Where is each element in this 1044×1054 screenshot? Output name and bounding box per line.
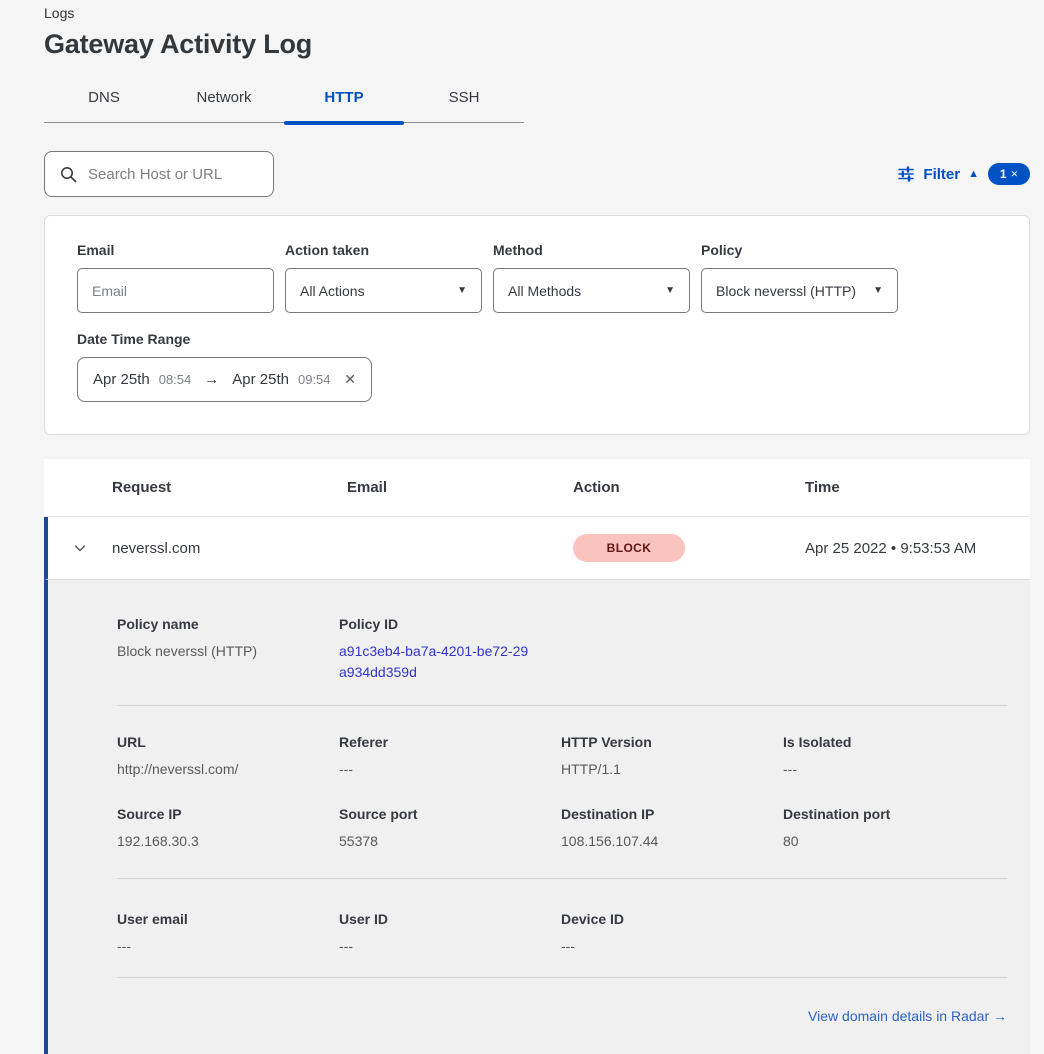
policy-section: Policy name Block neverssl (HTTP) Policy… (117, 580, 1007, 705)
detail-user-id: User ID --- (339, 911, 561, 957)
date-range-picker[interactable]: Apr 25th 08:54 → Apr 25th 09:54 ✕ (77, 357, 372, 402)
page-title: Gateway Activity Log (44, 27, 1030, 61)
row-request: neverssl.com (112, 540, 347, 557)
row-time: Apr 25 2022 • 9:53:53 AM (805, 540, 1030, 557)
policy-id-label: Policy ID (339, 616, 561, 632)
column-header-time: Time (805, 479, 1030, 496)
detail-policy-name: Policy name Block neverssl (HTTP) (117, 616, 339, 683)
filter-row-1: Email Action taken All Actions ▼ Method … (77, 242, 997, 313)
table-header: Request Email Action Time (44, 459, 1030, 517)
policy-name-label: Policy name (117, 616, 339, 632)
detail-destination-ip: Destination IP 108.156.107.44 (561, 806, 783, 852)
column-header-email: Email (347, 479, 573, 496)
tab-bar: DNS Network HTTP SSH (44, 81, 524, 123)
breadcrumb: Logs (44, 0, 1030, 21)
policy-filter-label: Policy (701, 242, 898, 258)
tab-dns[interactable]: DNS (44, 81, 164, 122)
filter-controls: Filter ▲ 1 ✕ (897, 163, 1030, 185)
detail-user-email: User email --- (117, 911, 339, 957)
chevron-down-icon: ▼ (665, 285, 675, 296)
detail-source-port: Source port 55378 (339, 806, 561, 852)
chevron-down-icon (72, 540, 88, 556)
block-status-badge: BLOCK (573, 534, 685, 562)
clear-filters-icon: ✕ (1011, 169, 1019, 180)
filter-sliders-icon (897, 165, 915, 183)
policy-select-value: Block neverssl (HTTP) (716, 283, 856, 299)
filter-button[interactable]: Filter ▲ (897, 165, 979, 183)
search-input[interactable] (88, 166, 261, 183)
detail-is-isolated: Is Isolated --- (783, 734, 1005, 780)
method-select-value: All Methods (508, 283, 581, 299)
method-select[interactable]: All Methods ▼ (493, 268, 690, 313)
table-row[interactable]: neverssl.com BLOCK Apr 25 2022 • 9:53:53… (44, 517, 1030, 580)
method-filter-label: Method (493, 242, 690, 258)
action-select-value: All Actions (300, 283, 365, 299)
view-radar-link[interactable]: View domain details in Radar → (808, 1008, 1007, 1024)
filter-field-method: Method All Methods ▼ (493, 242, 690, 313)
activity-log-table: Request Email Action Time neverssl.com B… (44, 459, 1030, 1054)
user-section: User email --- User ID --- Device ID --- (117, 879, 1007, 977)
detail-http-version: HTTP Version HTTP/1.1 (561, 734, 783, 780)
clear-date-range-icon[interactable]: ✕ (344, 371, 356, 388)
policy-id-link[interactable]: a91c3eb4-ba7a-4201-be72-29a934dd359d (339, 641, 531, 683)
detail-source-ip: Source IP 192.168.30.3 (117, 806, 339, 852)
range-end-time: 09:54 (298, 372, 331, 387)
range-end-date: Apr 25th (232, 371, 289, 388)
filter-count: 1 (1000, 167, 1007, 181)
request-section: URL http://neverssl.com/ Referer --- HTT… (117, 706, 1007, 878)
tab-ssh[interactable]: SSH (404, 81, 524, 122)
policy-select[interactable]: Block neverssl (HTTP) ▼ (701, 268, 898, 313)
row-action: BLOCK (573, 534, 805, 562)
detail-policy-id: Policy ID a91c3eb4-ba7a-4201-be72-29a934… (339, 616, 561, 683)
chevron-down-icon: ▼ (873, 285, 883, 296)
row-expand-toggle[interactable] (48, 540, 112, 556)
search-icon (60, 166, 77, 183)
toolbar: Filter ▲ 1 ✕ (44, 151, 1030, 197)
filter-field-email: Email (77, 242, 274, 313)
range-start-date: Apr 25th (93, 371, 150, 388)
radar-link-row: View domain details in Radar → (117, 978, 1007, 1024)
range-start-time: 08:54 (159, 372, 192, 387)
action-select[interactable]: All Actions ▼ (285, 268, 482, 313)
column-header-action: Action (573, 479, 805, 496)
search-box[interactable] (44, 151, 274, 197)
filter-field-date-range: Date Time Range Apr 25th 08:54 → Apr 25t… (77, 331, 997, 402)
filter-field-policy: Policy Block neverssl (HTTP) ▼ (701, 242, 898, 313)
action-filter-label: Action taken (285, 242, 482, 258)
detail-destination-port: Destination port 80 (783, 806, 1005, 852)
tab-network[interactable]: Network (164, 81, 284, 122)
filter-panel: Email Action taken All Actions ▼ Method … (44, 215, 1030, 435)
email-filter-input[interactable] (77, 268, 274, 313)
arrow-right-icon: → (200, 371, 223, 388)
chevron-up-icon: ▲ (968, 169, 979, 180)
expanded-row-details: Policy name Block neverssl (HTTP) Policy… (44, 580, 1030, 1054)
date-range-label: Date Time Range (77, 331, 997, 347)
chevron-down-icon: ▼ (457, 285, 467, 296)
detail-url: URL http://neverssl.com/ (117, 734, 339, 780)
filter-button-label: Filter (923, 166, 960, 183)
column-header-request: Request (112, 479, 347, 496)
detail-referer: Referer --- (339, 734, 561, 780)
policy-name-value: Block neverssl (HTTP) (117, 641, 339, 662)
filter-count-badge[interactable]: 1 ✕ (988, 163, 1030, 185)
filter-field-action: Action taken All Actions ▼ (285, 242, 482, 313)
tab-http[interactable]: HTTP (284, 81, 404, 122)
page-content: Logs Gateway Activity Log DNS Network HT… (44, 0, 1030, 1054)
detail-device-id: Device ID --- (561, 911, 783, 957)
email-filter-label: Email (77, 242, 274, 258)
